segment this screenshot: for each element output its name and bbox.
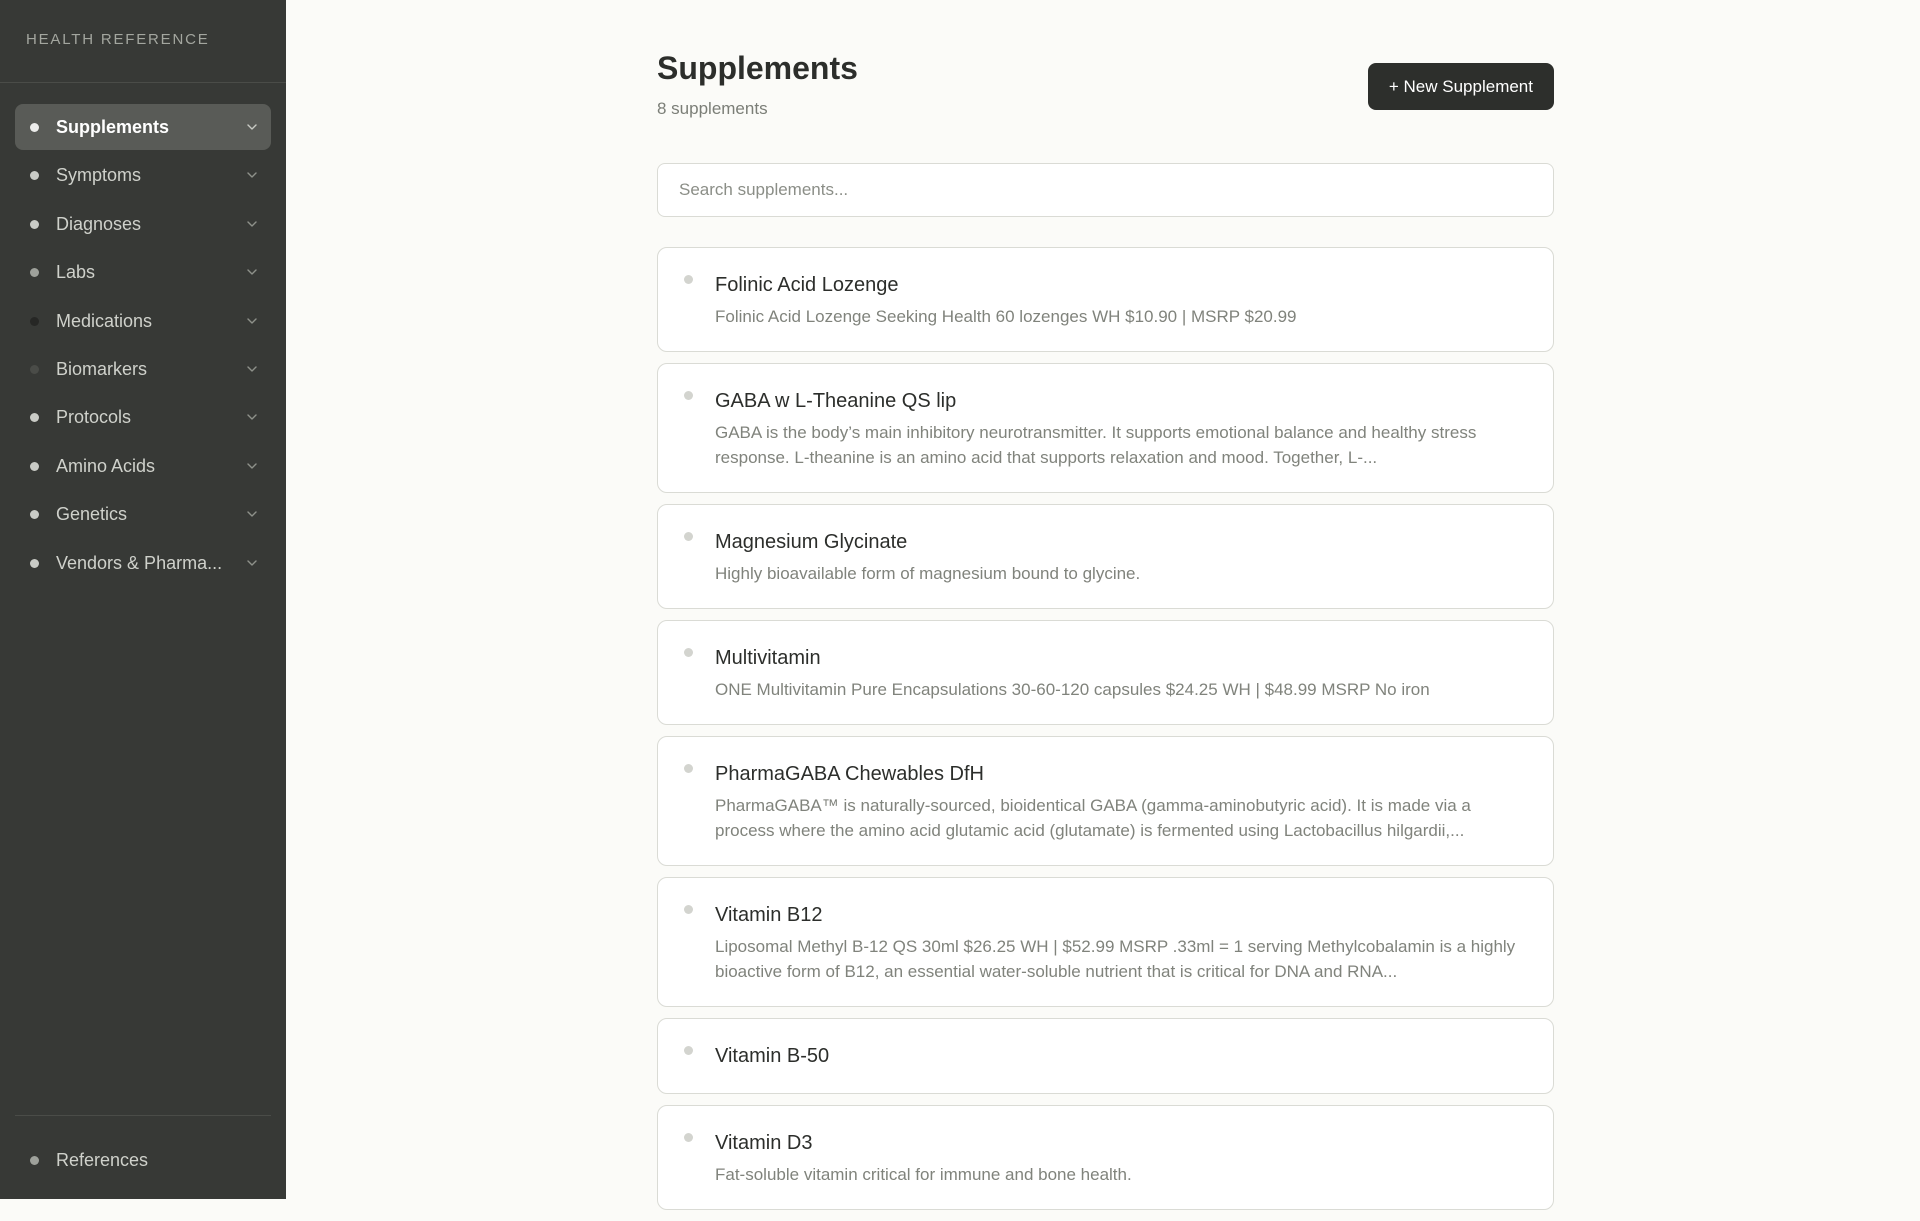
dot-icon: [30, 123, 39, 132]
sidebar-item-label: Amino Acids: [56, 455, 156, 476]
sidebar-item-amino-acids[interactable]: Amino Acids: [15, 443, 271, 489]
supplement-description: Folinic Acid Lozenge Seeking Health 60 l…: [715, 307, 1297, 326]
dot-icon: [684, 648, 693, 657]
sidebar-divider-bottom: [15, 1115, 271, 1116]
sidebar-item-label: Medications: [56, 310, 153, 331]
sidebar-item-label: Diagnoses: [56, 213, 142, 234]
supplement-description: GABA is the body’s main inhibitory neuro…: [715, 423, 1477, 467]
dot-icon: [30, 268, 39, 278]
supplement-name: Vitamin B-50: [715, 1045, 830, 1067]
dot-icon: [30, 558, 39, 568]
chevron-down-icon[interactable]: [245, 410, 259, 424]
supplement-list: Folinic Acid Lozenge Folinic Acid Lozenge…: [657, 247, 1554, 1221]
dot-icon: [684, 764, 693, 773]
chevron-down-icon[interactable]: [245, 265, 259, 279]
supplement-description: Liposomal Methyl B-12 QS 30ml $26.25 WH …: [715, 937, 1516, 981]
dot-icon: [30, 364, 39, 374]
dot-icon: [684, 1133, 693, 1142]
chevron-down-icon[interactable]: [245, 314, 259, 328]
sidebar-item-diagnoses[interactable]: Diagnoses: [15, 201, 271, 247]
references-dot-icon: [30, 1156, 39, 1165]
sidebar-item-genetics[interactable]: Genetics: [15, 491, 271, 537]
supplement-card[interactable]: GABA w L-Theanine QS lip GABA is the body…: [657, 363, 1554, 493]
supplement-card[interactable]: Vitamin D3 Fat-soluble vitamin critical f…: [657, 1105, 1554, 1210]
supplement-description: ONE Multivitamin Pure Encapsulations 30-…: [715, 680, 1430, 699]
supplement-description: PharmaGABA™ is naturally-sourced, bioide…: [715, 796, 1471, 840]
supplement-card[interactable]: Multivitamin ONE Multivitamin Pure Encaps…: [657, 620, 1554, 725]
supplement-card[interactable]: Magnesium Glycinate Highly bioavailable f…: [657, 504, 1554, 609]
sidebar-item-label: Symptoms: [56, 165, 142, 186]
sidebar-item-label: Labs: [56, 262, 96, 283]
chevron-down-icon[interactable]: [245, 362, 259, 376]
sidebar-item-medications[interactable]: Medications: [15, 298, 271, 344]
dot-icon: [30, 413, 39, 423]
sidebar-item-label: Biomarkers: [56, 358, 148, 379]
sidebar-item-vendors-pharma[interactable]: Vendors & Pharma...: [15, 540, 271, 586]
sidebar-item-label: References: [56, 1150, 149, 1170]
dot-icon: [684, 1046, 693, 1055]
sidebar: HEALTH REFERENCE Supplements Symptoms Diag…: [0, 0, 286, 1199]
sidebar-item-label: Genetics: [56, 504, 128, 525]
chevron-down-icon[interactable]: [245, 459, 259, 473]
sidebar-item-protocols[interactable]: Protocols: [15, 394, 271, 440]
sidebar-item-label: Supplements: [56, 117, 170, 137]
supplement-name: Magnesium Glycinate: [715, 531, 908, 553]
supplement-card[interactable]: Vitamin B12 Liposomal Methyl B-12 QS 30ml…: [657, 877, 1554, 1007]
sidebar-item-supplements[interactable]: Supplements: [15, 104, 271, 150]
supplement-name: GABA w L-Theanine QS lip: [715, 390, 957, 412]
search-input[interactable]: [657, 163, 1554, 217]
sidebar-nav: Supplements Symptoms Diagnoses Labs Medicati…: [15, 104, 271, 588]
chevron-down-icon[interactable]: [245, 120, 259, 134]
supplement-card[interactable]: Folinic Acid Lozenge Folinic Acid Lozenge…: [657, 247, 1554, 352]
sidebar-divider-top: [0, 82, 286, 83]
supplement-name: Multivitamin: [715, 647, 821, 669]
supplement-name: Folinic Acid Lozenge: [715, 274, 899, 296]
supplement-card[interactable]: PharmaGABA Chewables DfH PharmaGABA™ is n…: [657, 736, 1554, 866]
supplement-name: PharmaGABA Chewables DfH: [715, 763, 985, 785]
app-brand: HEALTH REFERENCE: [26, 31, 210, 48]
sidebar-item-biomarkers[interactable]: Biomarkers: [15, 346, 271, 392]
page-title: Supplements: [657, 50, 858, 86]
supplement-card[interactable]: Vitamin B-50: [657, 1018, 1554, 1094]
dot-icon: [30, 171, 39, 181]
dot-icon: [30, 510, 39, 520]
dot-icon: [30, 219, 39, 229]
sidebar-item-references[interactable]: References: [15, 1137, 271, 1183]
chevron-down-icon[interactable]: [245, 507, 259, 521]
dot-icon: [684, 905, 693, 914]
dot-icon: [684, 391, 693, 400]
dot-icon: [30, 461, 39, 471]
chevron-down-icon[interactable]: [245, 168, 259, 182]
sidebar-item-symptoms[interactable]: Symptoms: [15, 152, 271, 198]
dot-icon: [684, 532, 693, 541]
chevron-down-icon[interactable]: [245, 556, 259, 570]
dot-icon: [684, 275, 693, 284]
supplement-description: Fat-soluble vitamin critical for immune …: [715, 1165, 1132, 1184]
new-supplement-button[interactable]: + New Supplement: [1367, 63, 1554, 110]
supplement-description: Highly bioavailable form of magnesium bo…: [715, 564, 1141, 583]
chevron-down-icon[interactable]: [245, 217, 259, 231]
supplement-name: Vitamin B12: [715, 904, 823, 926]
supplement-name: Vitamin D3: [715, 1132, 813, 1154]
sidebar-item-label: Protocols: [56, 407, 132, 428]
supplement-count: 8 supplements: [657, 99, 768, 118]
sidebar-item-labs[interactable]: Labs: [15, 249, 271, 295]
dot-icon: [30, 316, 39, 326]
sidebar-item-label: Vendors & Pharma...: [56, 552, 223, 573]
